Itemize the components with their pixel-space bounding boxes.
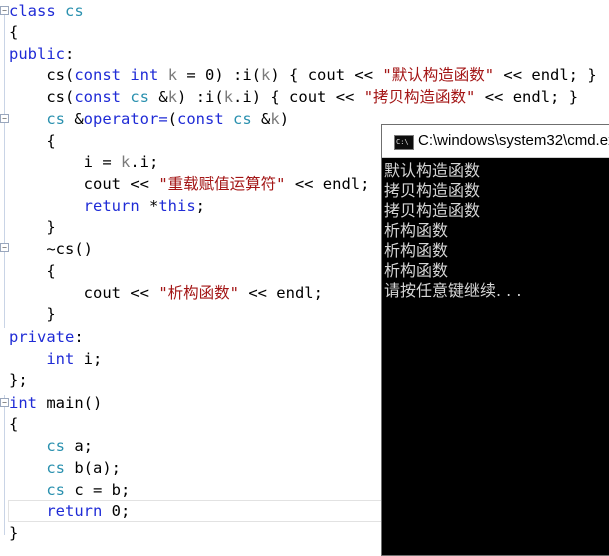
- fold-toggle-icon[interactable]: −: [0, 243, 9, 252]
- code-line-23: cs c = b;: [46, 481, 131, 499]
- console-output-line: 默认构造函数: [384, 161, 481, 180]
- code-line-21: cs a;: [46, 437, 93, 455]
- code-line-10: return *this;: [83, 197, 205, 215]
- fold-toggle-icon[interactable]: −: [0, 114, 9, 123]
- code-line-22: cs b(a);: [46, 459, 121, 477]
- code-line-4: cs(const int k = 0) :i(k) { cout << "默认构…: [9, 66, 597, 84]
- code-line-17: int i;: [46, 350, 103, 368]
- fold-toggle-icon[interactable]: −: [0, 6, 9, 15]
- console-output-line: 析构函数: [384, 241, 449, 260]
- code-line-13: {: [9, 262, 56, 280]
- code-line-7: {: [9, 132, 56, 150]
- code-line-5: cs(const cs &k) :i(k.i) { cout << "拷贝构造函…: [9, 88, 579, 106]
- code-line-6: cs &operator=(const cs &k): [46, 110, 290, 128]
- code-line-20: {: [9, 415, 19, 433]
- code-line-18: };: [9, 371, 28, 389]
- code-line-12: ~cs(): [9, 240, 93, 258]
- code-line-2: {: [9, 23, 19, 41]
- console-window[interactable]: C:\ C:\windows\system32\cmd.exe 默认构造函数 拷…: [381, 124, 609, 556]
- code-line-24: return 0;: [46, 502, 131, 520]
- code-line-16: private:: [9, 328, 84, 346]
- code-line-1: class cs: [9, 2, 84, 20]
- code-line-19: int main(): [9, 394, 103, 412]
- code-line-25: }: [9, 524, 19, 542]
- console-output-line: 析构函数: [384, 261, 449, 280]
- console-prompt: 请按任意键继续. . .: [384, 281, 522, 300]
- console-titlebar[interactable]: C:\ C:\windows\system32\cmd.exe: [382, 125, 609, 158]
- code-line-15: }: [9, 305, 56, 323]
- code-line-14: cout << "析构函数" << endl;: [9, 284, 323, 302]
- code-line-8: i = k.i;: [9, 153, 159, 171]
- code-line-11: }: [9, 218, 56, 236]
- code-line-9: cout << "重载赋值运算符" << endl;: [9, 175, 370, 193]
- fold-guide: [4, 8, 5, 328]
- fold-guide: [4, 395, 5, 535]
- console-title: C:\windows\system32\cmd.exe: [418, 132, 609, 149]
- cmd-icon: C:\: [394, 135, 414, 150]
- code-line-3: public:: [9, 45, 75, 63]
- console-output-line: 拷贝构造函数: [384, 181, 481, 200]
- console-output-line: 拷贝构造函数: [384, 201, 481, 220]
- console-output-line: 析构函数: [384, 221, 449, 240]
- fold-toggle-icon[interactable]: −: [0, 398, 9, 407]
